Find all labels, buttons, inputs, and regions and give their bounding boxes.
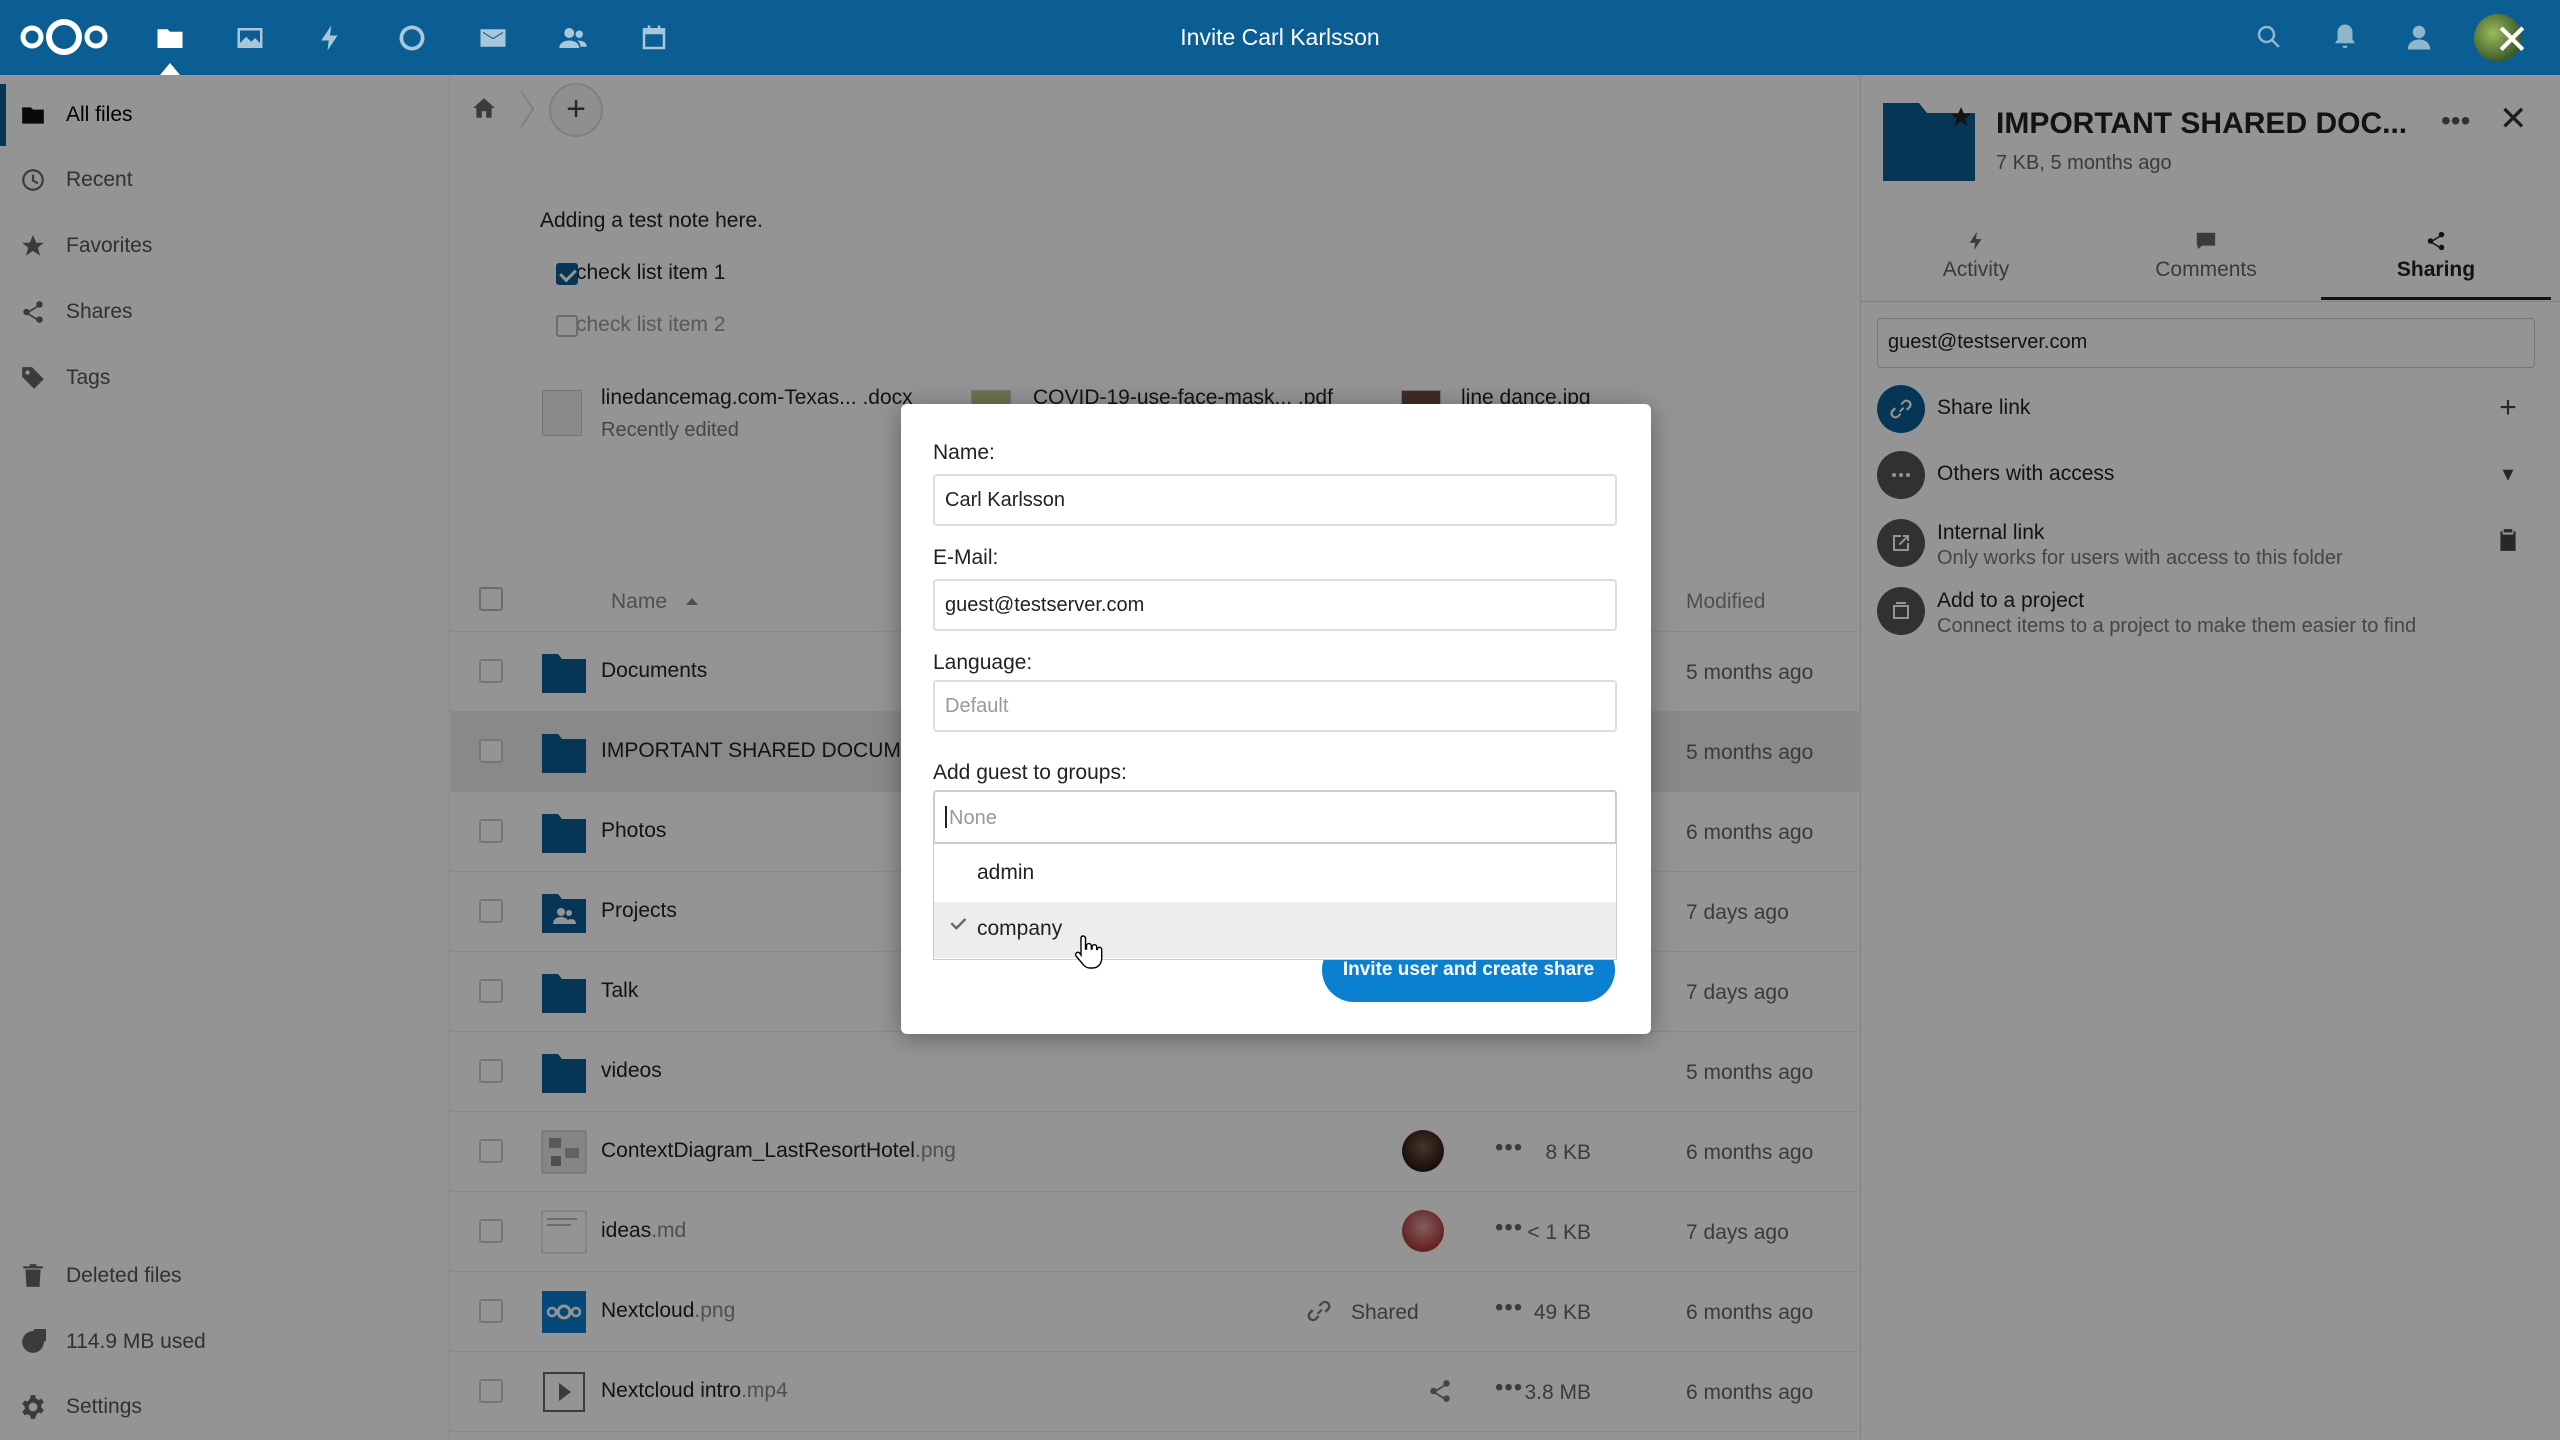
- groups-label: Add guest to groups:: [933, 761, 1127, 784]
- checkmark-icon: [948, 914, 968, 934]
- name-label: Name:: [933, 441, 995, 464]
- page-title: Invite Carl Karlsson: [1180, 24, 1380, 50]
- email-input[interactable]: guest@testserver.com: [933, 579, 1617, 631]
- talk-icon[interactable]: [394, 20, 430, 56]
- search-icon[interactable]: [2254, 22, 2286, 54]
- contacts-menu-icon[interactable]: [2404, 22, 2436, 54]
- files-icon[interactable]: [152, 20, 188, 56]
- group-option-company[interactable]: company: [934, 902, 1616, 958]
- group-option-admin[interactable]: admin: [934, 846, 1616, 902]
- nextcloud-logo[interactable]: [18, 17, 110, 57]
- groups-placeholder: None: [949, 807, 997, 829]
- mail-icon[interactable]: [475, 20, 511, 56]
- close-icon[interactable]: ✕: [2492, 19, 2532, 61]
- calendar-icon[interactable]: [636, 20, 672, 56]
- language-label: Language:: [933, 651, 1033, 674]
- activity-icon[interactable]: [312, 20, 348, 56]
- groups-dropdown-list: admin company: [933, 844, 1617, 960]
- group-option-label: company: [977, 917, 1063, 940]
- contacts-icon[interactable]: [555, 20, 591, 56]
- top-header: Invite Carl Karlsson ✕: [0, 0, 2560, 75]
- notifications-bell-icon[interactable]: [2330, 22, 2362, 54]
- photos-icon[interactable]: [232, 20, 268, 56]
- group-option-label: admin: [977, 861, 1035, 884]
- groups-multiselect-input[interactable]: None: [933, 790, 1617, 844]
- email-label: E-Mail:: [933, 546, 999, 569]
- hand-cursor-icon: [1074, 935, 1103, 969]
- text-caret: [945, 806, 947, 828]
- active-app-marker: [160, 63, 180, 75]
- name-input[interactable]: Carl Karlsson: [933, 474, 1617, 526]
- language-select[interactable]: Default: [933, 680, 1617, 732]
- invite-guest-dialog: Name: Carl Karlsson E-Mail: guest@testse…: [901, 404, 1651, 1034]
